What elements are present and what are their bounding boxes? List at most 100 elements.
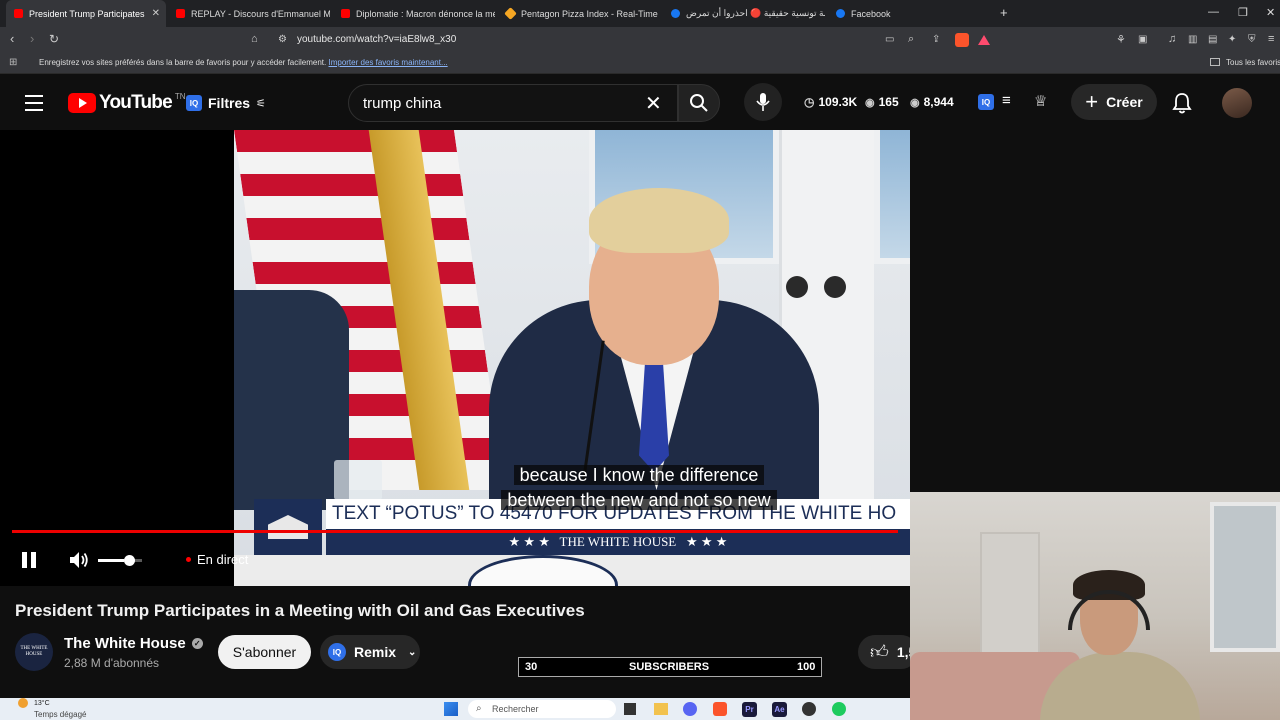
- iq-extension-icon: IQ: [328, 643, 346, 661]
- after-effects-icon[interactable]: Ae: [772, 702, 787, 717]
- trophy-icon[interactable]: ♕: [1034, 92, 1047, 110]
- hamburger-menu-icon[interactable]: [25, 95, 43, 111]
- stat-views-value: 109.3K: [818, 95, 858, 109]
- queue-list-icon[interactable]: ≡: [1002, 92, 1011, 109]
- share-icon[interactable]: ⇪: [932, 34, 940, 45]
- facebook-favicon-icon: [671, 9, 680, 18]
- obs-icon[interactable]: [802, 702, 816, 716]
- iq-extension-icon[interactable]: IQ: [978, 94, 994, 110]
- discord-icon[interactable]: [683, 702, 697, 716]
- channel-name-label: The White House: [64, 635, 186, 652]
- maximize-icon[interactable]: ❐: [1238, 6, 1248, 19]
- counter-label: SUBSCRIBERS: [629, 661, 710, 673]
- windows-taskbar: 13°C Temps dégagé ⌕ Rechercher Pr Ae: [0, 698, 910, 720]
- account-avatar[interactable]: [1222, 88, 1252, 118]
- tab-label: Pentagon Pizza Index - Real-Time Mi: [521, 8, 660, 19]
- rewards-icon[interactable]: [978, 35, 990, 45]
- brave-shield-icon[interactable]: [955, 33, 969, 47]
- search-input[interactable]: trump china: [363, 95, 441, 112]
- new-tab-button[interactable]: +: [1000, 5, 1008, 20]
- tab-label: قصة تونسية حقيقية 🔴 احذروا أن تمرض: [686, 8, 825, 18]
- minimize-icon[interactable]: —: [1208, 6, 1219, 18]
- like-button[interactable]: 👍︎ 1,5: [858, 635, 918, 669]
- bookmark-hint: Enregistrez vos sites préférés dans la b…: [39, 58, 327, 67]
- tab-label: REPLAY - Discours d'Emmanuel Mac: [191, 8, 330, 19]
- sidebar-icon[interactable]: ▥: [1188, 34, 1197, 45]
- cast-icon[interactable]: ▭: [885, 34, 894, 45]
- search-box[interactable]: trump china ✕: [348, 84, 678, 122]
- pause-button[interactable]: [22, 552, 36, 568]
- extensions-icon[interactable]: ⚘: [1116, 33, 1126, 46]
- webcam-overlay: [910, 492, 1280, 720]
- taskbar-search[interactable]: ⌕ Rechercher: [468, 700, 616, 718]
- iq-extension-icon: IQ: [186, 95, 202, 111]
- tab-facebook-story[interactable]: قصة تونسية حقيقية 🔴 احذروا أن تمرض: [665, 0, 825, 27]
- person-left: [234, 290, 349, 510]
- url-field[interactable]: youtube.com/watch?v=iaE8lw8_x30: [297, 34, 456, 45]
- subtitles: because I know the difference between th…: [484, 463, 794, 513]
- video-title: President Trump Participates in a Meetin…: [15, 601, 585, 620]
- door-knob: [824, 276, 846, 298]
- folder-icon: [1210, 58, 1220, 66]
- screenshot-icon[interactable]: ▣: [1138, 34, 1147, 45]
- counter-goal: 100: [797, 661, 816, 673]
- menu-icon[interactable]: ≡: [1268, 33, 1274, 45]
- brave-icon[interactable]: [713, 702, 727, 716]
- zoom-icon[interactable]: ⌕: [908, 33, 914, 46]
- filters-label: Filtres: [208, 95, 251, 111]
- remix-label: Remix: [354, 644, 397, 660]
- close-window-icon[interactable]: ✕: [1266, 6, 1275, 19]
- task-view-icon[interactable]: [624, 703, 636, 715]
- import-bookmarks-link[interactable]: Importer des favoris maintenant...: [328, 58, 447, 67]
- vpn-icon[interactable]: ⛨: [1248, 34, 1256, 45]
- forward-icon[interactable]: ›: [30, 31, 34, 46]
- volume-icon[interactable]: [68, 550, 90, 570]
- remix-button[interactable]: IQ Remix ⌄: [320, 635, 420, 669]
- voice-search-button[interactable]: [744, 83, 782, 121]
- taskbar-search-placeholder: Rechercher: [492, 704, 539, 714]
- white-house-emblem: [254, 499, 322, 555]
- tab-facebook[interactable]: Facebook: [830, 0, 990, 27]
- site-info-icon[interactable]: ⚙: [278, 34, 287, 45]
- youtube-logo[interactable]: YouTube TN: [68, 92, 186, 114]
- search-button[interactable]: [678, 84, 720, 122]
- video-progress-bar[interactable]: [12, 530, 898, 533]
- tab-replay[interactable]: REPLAY - Discours d'Emmanuel Mac: [170, 0, 330, 27]
- subscribe-button[interactable]: S'abonner: [218, 635, 311, 669]
- video-player[interactable]: TEXT “POTUS” TO 45470 FOR UPDATES FROM T…: [0, 130, 910, 586]
- clear-search-icon[interactable]: ✕: [645, 91, 662, 116]
- back-icon[interactable]: ‹: [10, 31, 14, 46]
- premiere-pro-icon[interactable]: Pr: [742, 702, 757, 717]
- subtitle-line-1: because I know the difference: [513, 465, 765, 485]
- live-dot-icon: [186, 557, 191, 562]
- tab-pentagon-pizza[interactable]: Pentagon Pizza Index - Real-Time Mi: [500, 0, 660, 27]
- leo-ai-icon[interactable]: ✦: [1228, 34, 1236, 45]
- volume-slider[interactable]: [98, 555, 142, 566]
- chevron-down-icon: ⌄: [408, 646, 417, 658]
- browser-tab-strip: President Trump Participates ✕ REPLAY - …: [0, 0, 1280, 27]
- youtube-play-logo-icon: [68, 93, 96, 113]
- apps-grid-icon[interactable]: ⊞: [9, 57, 17, 68]
- create-button[interactable]: + Créer: [1071, 84, 1157, 120]
- tab-youtube-active[interactable]: President Trump Participates ✕: [6, 0, 166, 27]
- stat-viewers-value: 165: [878, 95, 899, 109]
- bookmark-icon[interactable]: ⌂: [251, 33, 258, 45]
- country-code: TN: [174, 92, 186, 101]
- reload-icon[interactable]: ↻: [49, 32, 59, 46]
- wallet-icon[interactable]: ▤: [1208, 34, 1217, 45]
- channel-avatar[interactable]: THE WHITE HOUSE: [15, 633, 53, 671]
- windows-start-icon[interactable]: [444, 702, 458, 716]
- notifications-bell-icon[interactable]: [1172, 92, 1192, 114]
- close-tab-icon[interactable]: ✕: [152, 8, 166, 19]
- live-indicator[interactable]: En direct: [186, 552, 248, 567]
- tab-diplomatie[interactable]: Diplomatie : Macron dénonce la mé: [335, 0, 495, 27]
- background-window: [874, 130, 910, 264]
- weather-sun-icon: [18, 698, 28, 708]
- live-label: En direct: [197, 552, 249, 567]
- channel-name[interactable]: The White House ✓: [64, 635, 203, 652]
- media-icon[interactable]: ♫: [1168, 33, 1176, 45]
- all-favorites-link[interactable]: Tous les favoris: [1226, 58, 1280, 67]
- app-icon[interactable]: [832, 702, 846, 716]
- file-explorer-icon[interactable]: [654, 703, 668, 715]
- filters-button[interactable]: IQ Filtres ⚟: [186, 95, 266, 111]
